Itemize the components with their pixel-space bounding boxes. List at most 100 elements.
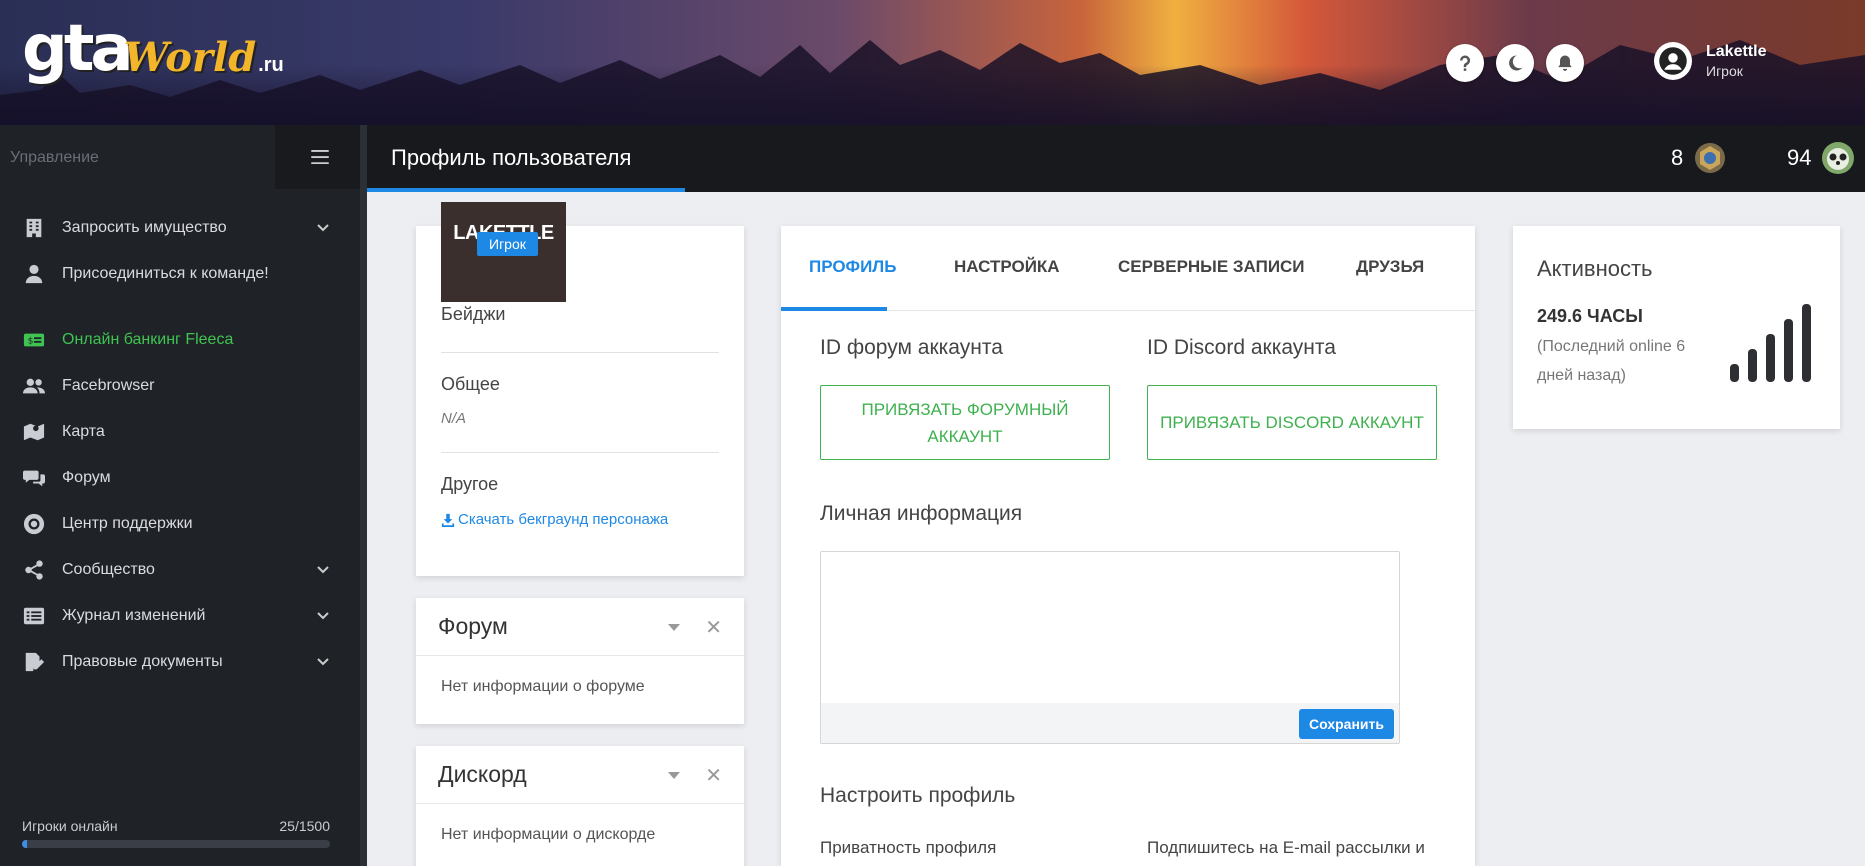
map-icon [22,420,46,444]
avatar [1654,42,1692,80]
sidebar-item-facebrowser[interactable]: Facebrowser [0,363,360,409]
download-icon [441,513,455,527]
share-icon [22,558,46,582]
other-label: Другое [441,474,499,494]
user-role: Игрок [1706,63,1743,79]
signal-bars-icon [1730,304,1811,382]
users-icon [22,374,46,398]
active-tab-indicator [781,307,887,311]
sidebar-item-label: Онлайн банкинг Fleeca [62,331,234,348]
privacy-label: Приватность профиля [820,838,997,857]
bind-forum-account-button[interactable]: ПРИВЯЗАТЬ ФОРУМНЫЙ АККАУНТ [820,385,1110,460]
badges-label: Бейджи [441,304,506,324]
level-counter[interactable]: 94 [1787,141,1855,175]
moon-icon [1509,55,1523,71]
close-icon[interactable]: ✕ [705,763,722,788]
profile-card: LAKETTLE Игрок Бейджи Общее N/A Другое С… [416,202,744,576]
bell-icon [1558,55,1572,71]
money-bill-icon: $ [22,328,46,352]
list-icon [22,604,46,628]
sidebar-item-community[interactable]: Сообщество [0,547,360,593]
bind-discord-account-button[interactable]: ПРИВЯЗАТЬ DISCORD АККАУНТ [1147,385,1437,460]
comments-icon [22,466,46,490]
activity-hours: 249.6 ЧАСЫ [1537,306,1643,326]
sidebar-item-legal-documents[interactable]: Правовые документы [0,639,360,685]
players-online-bar [22,840,330,848]
download-background-label: Скачать бекграунд персонажа [458,511,669,528]
personal-info-editor[interactable]: Сохранить [820,551,1400,744]
sidebar-item-changelog[interactable]: Журнал изменений [0,593,360,639]
sidebar-item-join-team[interactable]: Присоединиться к команде! [0,251,360,297]
sidebar-item-label: Форум [62,469,111,486]
players-online-label: Игроки онлайн [22,818,118,834]
sidebar-manage-label: Управление [10,149,99,166]
tab-profile[interactable]: ПРОФИЛЬ [809,257,896,277]
menu-toggle-button[interactable] [275,125,365,189]
players-online: Игроки онлайн 25/1500 [22,818,330,848]
download-background-link[interactable]: Скачать бекграунд персонажа [441,511,668,528]
logo-ru: .ru [258,54,284,76]
medal-counter[interactable]: 8 [1671,141,1727,175]
sidebar-item-label: Правовые документы [62,653,223,670]
title-underline [367,188,685,192]
forum-card-title: Форум [438,613,508,639]
editor-footer: Сохранить [821,703,1399,743]
close-icon[interactable]: ✕ [705,615,722,640]
sidebar-item-support-center[interactable]: Центр поддержки [0,501,360,547]
forum-card-body: Нет информации о форуме [441,678,645,695]
sidebar-item-fleeca-banking[interactable]: $ Онлайн банкинг Fleeca [0,317,360,363]
general-value: N/A [441,410,467,427]
sidebar-item-label: Сообщество [62,561,155,578]
sidebar-item-forum[interactable]: Форум [0,455,360,501]
notifications-button[interactable] [1546,44,1584,82]
profile-tabs: ПРОФИЛЬ НАСТРОЙКА СЕРВЕРНЫЕ ЗАПИСИ ДРУЗЬ… [781,226,1475,311]
discord-card-title: Дискорд [438,761,527,787]
medal-icon [1695,143,1726,173]
site-logo[interactable]: gta World .ru [22,12,284,86]
logo-gta: gta [22,12,134,86]
forum-id-label: ID форум аккаунта [820,336,1003,359]
chevron-down-icon [317,566,329,574]
sidebar-item-label: Facebrowser [62,377,155,394]
dark-mode-button[interactable] [1496,44,1534,82]
personal-info-label: Личная информация [820,502,1023,525]
sidebar-item-label: Центр поддержки [62,515,193,532]
sidebar-item-label: Журнал изменений [62,607,206,624]
sidebar-item-request-property[interactable]: Запросить имущество [0,205,360,251]
user-name: Lakettle [1706,43,1767,60]
medal-count: 8 [1671,145,1684,170]
chevron-down-icon [317,224,329,232]
discord-card: Дискорд ✕ Нет информации о дискорде [416,746,744,866]
chevron-down-icon [317,612,329,620]
profile-role-badge: Игрок [477,232,538,256]
question-icon [1460,55,1471,71]
tab-server-records[interactable]: СЕРВЕРНЫЕ ЗАПИСИ [1118,257,1305,277]
save-button[interactable]: Сохранить [1299,709,1394,739]
page-title: Профиль пользователя [391,145,632,170]
level-count: 94 [1787,145,1812,170]
logo-world: World [123,34,257,81]
sidebar-scrollbar[interactable] [360,125,367,866]
user-menu[interactable]: Lakettle Игрок [1654,42,1766,80]
activity-card: Активность 249.6 ЧАСЫ (Последний online … [1513,226,1840,429]
sidebar-item-map[interactable]: Карта [0,409,360,455]
header-banner: gta World .ru Lakettle Игрок [0,0,1865,125]
sidebar: Управление Запросить имущество Присоедин… [0,125,365,866]
help-button[interactable] [1446,44,1484,82]
topbar: Профиль пользователя 8 94 [367,125,1865,192]
discord-id-label: ID Discord аккаунта [1147,336,1336,359]
personal-info-text[interactable] [821,552,1399,702]
hamburger-icon [311,150,329,164]
activity-last-online: (Последний online 6 дней назад) [1537,338,1686,384]
collapse-icon[interactable] [668,624,680,631]
tab-friends[interactable]: ДРУЗЬЯ [1356,257,1424,277]
collapse-icon[interactable] [668,772,680,779]
divider [441,452,719,453]
tab-settings[interactable]: НАСТРОЙКА [954,257,1060,277]
divider [441,352,719,353]
activity-title: Активность [1537,256,1653,281]
sidebar-item-label: Присоединиться к команде! [62,265,269,282]
building-icon [22,216,46,240]
general-label: Общее [441,374,500,394]
players-online-count: 25/1500 [279,818,330,834]
